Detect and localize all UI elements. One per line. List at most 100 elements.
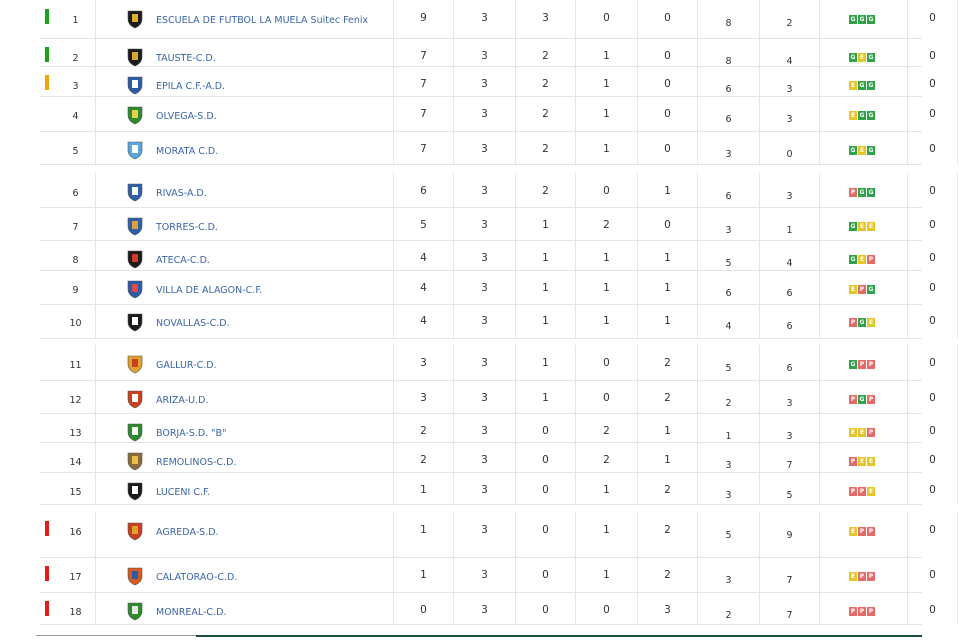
form-result-badge: E (849, 81, 857, 90)
form-result-badge: G (858, 81, 866, 90)
form-result-badge: P (849, 318, 857, 327)
team-name-link[interactable]: ATECA-C.D. (156, 255, 210, 266)
stat-pts: 0 (394, 592, 454, 624)
stat-pp: 0 (638, 207, 698, 240)
form-result-badge: P (858, 487, 866, 496)
divider-line (36, 635, 196, 636)
stat-pts: 7 (394, 96, 454, 131)
position-number: 5 (56, 131, 96, 164)
table-row: 17 CALATORAO-C.D. 1 3 0 1 2 3 7 E P P 0 (40, 557, 958, 593)
stat-sanction: 0 (908, 592, 958, 624)
team-name-link[interactable]: EPILA C.F.-A.D. (156, 81, 225, 92)
team-name-link[interactable]: ARIZA-U.D. (156, 395, 208, 406)
team-name-link[interactable]: NOVALLAS-C.D. (156, 318, 230, 329)
table-row: 3 EPILA C.F.-A.D. 7 3 2 1 0 6 3 E G G 0 (40, 66, 958, 97)
stat-pp: 0 (638, 131, 698, 164)
form-result-badge: G (849, 15, 857, 24)
team-name-link[interactable]: RIVAS-A.D. (156, 188, 207, 199)
stat-gf: 2 (698, 592, 760, 624)
table-row: 15 LUCENI C.F. 1 3 0 1 2 3 5 P P E 0 (40, 472, 958, 505)
table-row: 7 TORRES-C.D. 5 3 1 2 0 3 1 G E E 0 (40, 207, 958, 241)
stat-pg: 0 (516, 472, 576, 504)
stat-gc: 2 (760, 0, 820, 38)
team-name-link[interactable]: MORATA C.D. (156, 146, 218, 157)
team-cell: AGREDA-S.D. (96, 512, 394, 557)
stat-gc: 5 (760, 472, 820, 504)
stat-pg: 2 (516, 66, 576, 96)
blue-red-shield-crest-icon (126, 279, 144, 299)
stat-pe: 1 (576, 472, 638, 504)
stat-pj: 3 (454, 173, 516, 207)
form-result-badge: E (858, 255, 866, 264)
form-result-badge: E (867, 318, 875, 327)
stat-pts: 4 (394, 303, 454, 338)
recent-form-cell: EEP (820, 413, 908, 442)
team-name-link[interactable]: AGREDA-S.D. (156, 527, 219, 538)
stat-gc: 3 (760, 96, 820, 131)
stat-gf: 6 (698, 66, 760, 96)
stat-pj: 3 (454, 38, 516, 66)
stat-sanction: 0 (908, 380, 958, 413)
stat-gf: 3 (698, 442, 760, 472)
team-name-link[interactable]: CALATORAO-C.D. (156, 572, 237, 583)
team-name-link[interactable]: LUCENI C.F. (156, 487, 210, 498)
form-result-badge: E (858, 457, 866, 466)
stat-pg: 1 (516, 270, 576, 304)
stat-pg: 1 (516, 240, 576, 270)
table-row: 11 GALLUR-C.D. 3 3 1 0 2 5 6 G P P 0 (40, 345, 958, 381)
form-result-badge: E (867, 222, 875, 231)
stat-pe: 2 (576, 413, 638, 442)
stat-pj: 3 (454, 442, 516, 472)
team-cell: BORJA-S.D. "B" (96, 413, 394, 442)
recent-form-cell: EPG (820, 270, 908, 304)
table-row: 14 REMOLINOS-C.D. 2 3 0 2 1 3 7 P E E 0 (40, 442, 958, 473)
table-row: 16 AGREDA-S.D. 1 3 0 1 2 5 9 E P P 0 (40, 512, 958, 558)
stat-gf: 3 (698, 207, 760, 240)
table-row: 10 NOVALLAS-C.D. 4 3 1 1 1 4 6 P G E 0 (40, 303, 958, 339)
stat-pp: 1 (638, 442, 698, 472)
stat-pp: 2 (638, 472, 698, 504)
stat-pj: 3 (454, 472, 516, 504)
team-name-link[interactable]: BORJA-S.D. "B" (156, 428, 226, 439)
stat-pe: 1 (576, 66, 638, 96)
stat-pg: 1 (516, 345, 576, 380)
stat-pj: 3 (454, 380, 516, 413)
stat-pts: 1 (394, 472, 454, 504)
stat-gf: 6 (698, 173, 760, 207)
form-result-badge: E (849, 111, 857, 120)
team-name-link[interactable]: VILLA DE ALAGON-C.F. (156, 285, 262, 296)
promotion-zone-indicator (45, 47, 49, 62)
form-result-badge: P (867, 572, 875, 581)
stat-pg: 0 (516, 592, 576, 624)
team-name-link[interactable]: ESCUELA DE FUTBOL LA MUELA Suitec Fenix (156, 15, 368, 26)
stat-gc: 1 (760, 207, 820, 240)
team-name-link[interactable]: GALLUR-C.D. (156, 360, 217, 371)
stat-pp: 1 (638, 413, 698, 442)
stat-gf: 4 (698, 303, 760, 338)
team-cell: EPILA C.F.-A.D. (96, 66, 394, 96)
stat-pts: 1 (394, 512, 454, 557)
stat-sanction: 0 (908, 442, 958, 472)
position-number: 10 (56, 303, 96, 338)
form-result-badge: G (867, 53, 875, 62)
position-number: 9 (56, 270, 96, 304)
team-cell: GALLUR-C.D. (96, 345, 394, 380)
stat-gf: 5 (698, 512, 760, 557)
team-cell: TAUSTE-C.D. (96, 38, 394, 67)
recent-form-cell: EGG (820, 66, 908, 96)
table-row: 8 ATECA-C.D. 4 3 1 1 1 5 4 G E P 0 (40, 240, 958, 271)
team-name-link[interactable]: OLVEGA-S.D. (156, 111, 217, 122)
stat-gc: 3 (760, 413, 820, 442)
form-result-badge: E (858, 146, 866, 155)
recent-form-cell: GEG (820, 131, 908, 164)
team-cell: ARIZA-U.D. (96, 380, 394, 413)
form-result-badge: E (858, 222, 866, 231)
red-white-crest-icon (126, 389, 144, 409)
team-name-link[interactable]: TAUSTE-C.D. (156, 53, 216, 64)
team-name-link[interactable]: TORRES-C.D. (156, 222, 218, 233)
team-name-link[interactable]: MONREAL-C.D. (156, 607, 226, 618)
gold-shield-crest-icon (126, 354, 144, 374)
table-row: 18 MONREAL-C.D. 0 3 0 0 3 2 7 P P P 0 (40, 592, 958, 625)
stat-gf: 6 (698, 96, 760, 131)
team-name-link[interactable]: REMOLINOS-C.D. (156, 457, 236, 468)
